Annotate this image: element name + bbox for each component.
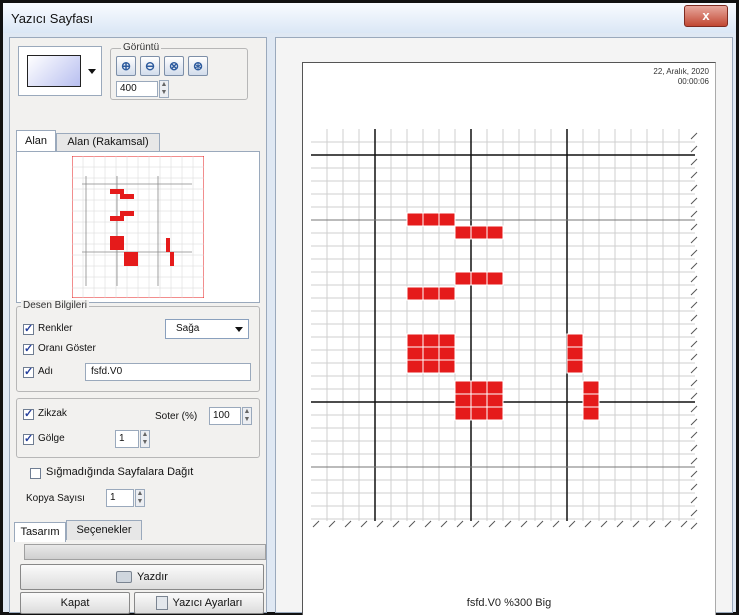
name-field[interactable]: fsfd.V0 [85, 363, 251, 381]
printer-settings-label: Yazıcı Ayarları [172, 597, 243, 609]
print-button[interactable]: Yazdır [20, 564, 264, 590]
soter-label: Soter (%) [155, 411, 198, 422]
shadow-input[interactable]: 1 [115, 430, 139, 448]
chevron-down-icon [235, 327, 243, 332]
ratio-label: Oranı Göster [38, 343, 96, 354]
color-swatch-button[interactable] [18, 46, 102, 96]
copies-label: Kopya Sayısı [26, 493, 85, 504]
copies-input[interactable]: 1 [106, 489, 134, 507]
view-group: Görüntü ⊕ ⊖ ⊗ ⊛ 400 ▲ ▼ [110, 42, 248, 100]
zoom-reset-icon[interactable]: ⊗ [164, 56, 184, 76]
soter-input[interactable]: 100 [209, 407, 241, 425]
zoom-in-icon[interactable]: ⊕ [116, 56, 136, 76]
printer-settings-button[interactable]: Yazıcı Ayarları [134, 592, 264, 614]
zoom-out-icon[interactable]: ⊖ [140, 56, 160, 76]
zoom-stepper[interactable]: ▲ ▼ [159, 80, 169, 98]
close-dialog-label: Kapat [60, 597, 90, 609]
print-preview: 22, Aralık, 2020 00:00:06 fsfd.V0 %300 B… [275, 37, 733, 615]
direction-select[interactable]: Sağa [165, 319, 249, 339]
printer-icon [116, 571, 132, 584]
preview-footer: fsfd.V0 %300 Big [466, 597, 552, 609]
shadow-stepper[interactable]: ▲ ▼ [140, 430, 150, 448]
view-group-label: Görüntü [121, 42, 162, 53]
close-button[interactable]: x [684, 5, 728, 27]
options-group: Zikzak Soter (%) 100 ▲▼ Gölge 1 ▲▼ [16, 398, 260, 458]
preview-page: 22, Aralık, 2020 00:00:06 fsfd.V0 %300 B… [302, 62, 716, 615]
preview-date: 22, Aralık, 2020 [653, 67, 709, 76]
zoom-input[interactable]: 400 [116, 81, 158, 97]
tab-alan-rakamsal[interactable]: Alan (Rakamsal) [56, 133, 160, 152]
fit-pages-checkbox[interactable] [30, 468, 41, 479]
shadow-checkbox[interactable] [23, 432, 34, 445]
chevron-down-icon [88, 69, 96, 74]
pattern-info-label: Desen Bilgileri [21, 300, 89, 311]
copies-stepper[interactable]: ▲ ▼ [135, 489, 145, 507]
colors-label: Renkler [38, 323, 73, 334]
zigzag-label: Zikzak [38, 408, 67, 419]
printer-settings-icon [155, 596, 168, 611]
zigzag-checkbox[interactable] [23, 407, 34, 420]
name-checkbox[interactable] [23, 365, 34, 378]
name-label: Adı [38, 366, 54, 377]
window-title: Yazıcı Sayfası [11, 11, 94, 26]
printer-page-window: Yazıcı Sayfası x Görüntü ⊕ ⊖ ⊗ ⊛ 400 ▲ ▼ … [0, 0, 739, 615]
settings-panel: Görüntü ⊕ ⊖ ⊗ ⊛ 400 ▲ ▼ Alan Alan (Rakams… [9, 37, 267, 614]
tab-alan[interactable]: Alan [16, 130, 56, 152]
ratio-checkbox[interactable] [23, 342, 34, 355]
progress-bar [24, 544, 266, 560]
pattern-thumbnail-panel [16, 151, 260, 303]
print-label: Yazdır [137, 571, 168, 583]
preview-time: 00:00:06 [677, 77, 709, 86]
tab-secenekler[interactable]: Seçenekler [66, 520, 142, 540]
preview-grid [311, 129, 698, 530]
fit-pages-label: Sığmadığında Sayfalara Dağıt [46, 466, 194, 478]
pattern-thumbnail [72, 156, 204, 298]
direction-value: Sağa [176, 323, 200, 334]
close-dialog-button[interactable]: Kapat [20, 592, 130, 614]
soter-stepper[interactable]: ▲ ▼ [242, 407, 252, 425]
pattern-info-group: Desen Bilgileri Renkler Sağa Oranı Göste… [16, 300, 260, 392]
zoom-fit-icon[interactable]: ⊛ [188, 56, 208, 76]
color-swatch-icon [27, 55, 81, 87]
colors-checkbox[interactable] [23, 322, 34, 335]
title-bar: Yazıcı Sayfası x [3, 3, 736, 33]
tab-tasarim[interactable]: Tasarım [14, 522, 66, 542]
shadow-label: Gölge [38, 433, 65, 444]
